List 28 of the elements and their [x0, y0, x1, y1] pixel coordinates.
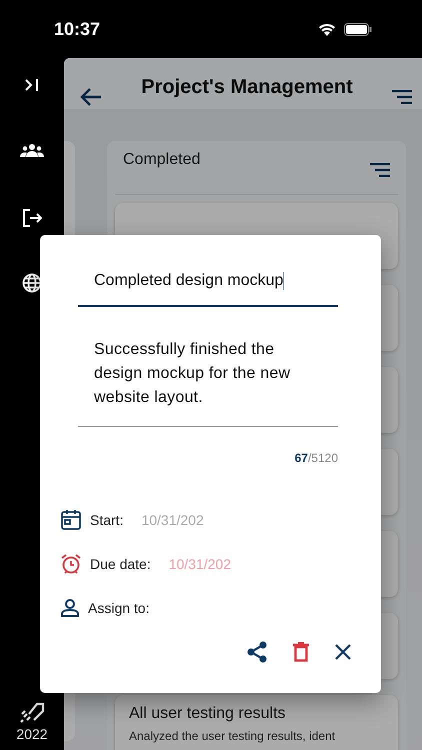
back-arrow-icon[interactable] — [80, 88, 102, 106]
calendar-icon — [60, 509, 82, 532]
year-label: 2022 — [16, 726, 48, 742]
globe-icon[interactable] — [22, 273, 42, 293]
trash-icon[interactable] — [293, 642, 309, 662]
person-icon — [60, 598, 80, 618]
wifi-icon — [318, 22, 336, 36]
field-label: Start: — [90, 512, 124, 528]
task-description: Analyzed the user testing results, ident — [129, 729, 336, 743]
status-time: 10:37 — [54, 18, 102, 40]
battery-icon — [344, 22, 372, 36]
title-field[interactable]: Completed design mockup — [78, 261, 338, 308]
column-title: Completed — [123, 151, 200, 169]
menu-icon[interactable] — [370, 163, 390, 177]
logout-icon[interactable] — [22, 208, 42, 228]
menu-icon[interactable] — [392, 90, 412, 104]
field-label: Due date: — [90, 556, 151, 572]
character-counter: 67/5120 — [294, 451, 338, 466]
share-icon[interactable] — [247, 641, 267, 664]
close-icon[interactable] — [335, 644, 351, 660]
page-title: Project's Management — [140, 76, 354, 99]
alarm-clock-icon — [60, 553, 82, 576]
field-label: Assign to: — [88, 600, 150, 616]
task-card[interactable]: All user testing results Analyzed the user testing results, ident — [115, 695, 398, 750]
task-title: All user testing results — [129, 705, 287, 723]
description-field[interactable]: Successfully finished the design mockup for the new website layout. — [78, 331, 338, 428]
team-icon[interactable] — [20, 143, 44, 157]
expand-icon[interactable] — [24, 78, 40, 92]
